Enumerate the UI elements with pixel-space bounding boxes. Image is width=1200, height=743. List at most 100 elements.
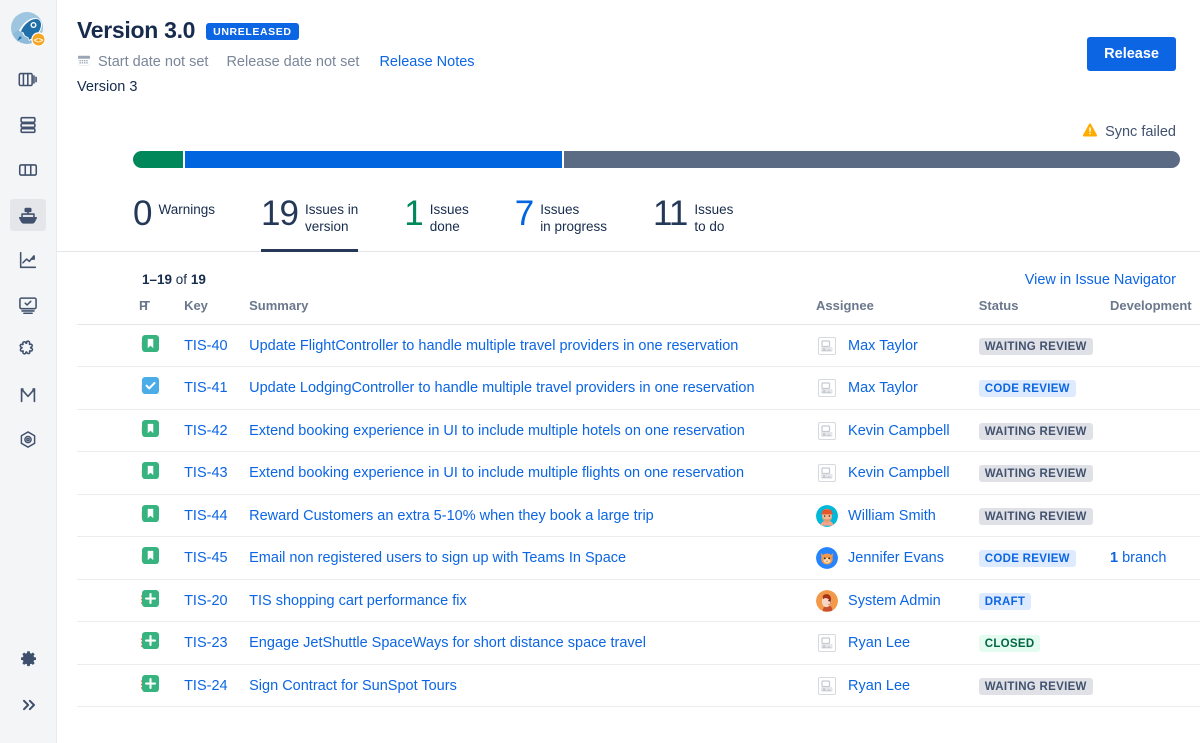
table-row[interactable]: TIS-42 Extend booking experience in UI to…	[77, 409, 1200, 453]
assignee-link[interactable]: Kevin Campbell	[848, 423, 950, 439]
sync-status-label: Sync failed	[1105, 124, 1176, 140]
warning-triangle-icon	[1082, 122, 1098, 142]
avatar-placeholder[interactable]	[816, 632, 839, 654]
issue-summary-link[interactable]: Reward Customers an extra 5-10% when the…	[249, 508, 654, 524]
cell-key: TIS-20	[184, 579, 250, 623]
issue-key-link[interactable]: TIS-40	[184, 338, 228, 354]
issue-key-link[interactable]: TIS-23	[184, 635, 228, 651]
release-button[interactable]: Release	[1087, 37, 1176, 71]
issue-key-link[interactable]: TIS-41	[184, 380, 228, 396]
table-row[interactable]: TIS-40 Update FlightController to handle …	[77, 324, 1200, 368]
issue-summary-link[interactable]: Email non registered users to sign up wi…	[249, 550, 626, 566]
cell-summary: Extend booking experience in UI to inclu…	[249, 451, 817, 495]
cell-type	[142, 536, 185, 580]
issue-key-link[interactable]: TIS-44	[184, 508, 228, 524]
release-notes-link[interactable]: Release Notes	[379, 54, 474, 70]
issue-table-body: TIS-40 Update FlightController to handle …	[77, 324, 1200, 708]
avatar-placeholder[interactable]	[816, 377, 839, 399]
avatar[interactable]	[816, 547, 839, 569]
column-header-summary[interactable]: Summary	[249, 297, 817, 325]
stat-tab-issues-in-version[interactable]: 19 Issues in version	[261, 184, 359, 252]
status-badge[interactable]: CLOSED	[978, 635, 1041, 652]
table-row[interactable]: TIS-43 Extend booking experience in UI to…	[77, 451, 1200, 495]
issue-summary-link[interactable]: TIS shopping cart performance fix	[249, 593, 467, 609]
cell-type	[142, 494, 185, 538]
status-badge[interactable]: WAITING REVIEW	[978, 465, 1093, 482]
status-badge[interactable]: WAITING REVIEW	[978, 677, 1093, 695]
column-header-status[interactable]: Status	[978, 297, 1110, 325]
sidebar-item-components[interactable]	[10, 334, 46, 366]
issue-summary-link[interactable]: Extend booking experience in UI to inclu…	[249, 465, 744, 481]
stat-tab-warnings[interactable]: 0 Warnings	[133, 184, 215, 245]
column-header-key[interactable]: Key	[184, 297, 250, 325]
development-link[interactable]: 1 branch	[1110, 550, 1166, 566]
avatar-placeholder[interactable]	[816, 674, 839, 697]
avatar-placeholder[interactable]	[816, 462, 839, 484]
issue-summary-link[interactable]: Update FlightController to handle multip…	[249, 338, 738, 354]
sidebar-item-settings[interactable]	[11, 643, 47, 675]
assignee-link[interactable]: System Admin	[848, 593, 941, 609]
avatar-placeholder[interactable]	[816, 419, 839, 442]
issue-type-story-icon	[142, 504, 160, 527]
sidebar-item-releases[interactable]	[10, 199, 46, 231]
issue-key-link[interactable]: TIS-42	[184, 423, 228, 439]
sidebar-item-reports[interactable]	[10, 244, 46, 276]
issue-key-link[interactable]: TIS-45	[184, 550, 228, 566]
issue-key-link[interactable]: TIS-43	[184, 465, 228, 481]
avatar[interactable]	[816, 504, 839, 527]
sidebar-item-backlog[interactable]	[10, 64, 46, 96]
sidebar-item-sprints[interactable]	[10, 109, 46, 141]
table-row[interactable]: TIS-20 TIS shopping cart performance fix S…	[77, 579, 1200, 623]
avatar-placeholder[interactable]	[816, 334, 839, 357]
sidebar-item-board[interactable]	[10, 154, 46, 186]
assignee-link[interactable]: Jennifer Evans	[848, 550, 944, 566]
stat-tab-issues-to-do[interactable]: 11 Issues to do	[653, 184, 733, 251]
table-row[interactable]: TIS-45 Email non registered users to sign…	[77, 536, 1200, 580]
stat-tab-issues-in-progress[interactable]: 7 Issues in progress	[515, 184, 607, 251]
release-date[interactable]: Release date not set	[226, 54, 359, 70]
sidebar-item-marketplace[interactable]	[10, 379, 46, 411]
assignee-link[interactable]: Kevin Campbell	[848, 465, 950, 481]
sidebar-item-project-pages[interactable]	[10, 424, 46, 456]
status-badge[interactable]: WAITING REVIEW	[978, 507, 1093, 525]
issue-summary-link[interactable]: Sign Contract for SunSpot Tours	[249, 678, 457, 694]
issue-summary-link[interactable]: Extend booking experience in UI to inclu…	[249, 423, 745, 439]
assignee-link[interactable]: Max Taylor	[848, 338, 918, 354]
issue-summary-link[interactable]: Engage JetShuttle SpaceWays for short di…	[249, 635, 646, 651]
status-badge[interactable]: WAITING REVIEW	[978, 337, 1093, 355]
status-badge[interactable]: CODE REVIEW	[978, 380, 1076, 397]
page-title: Version 3.0	[77, 17, 196, 43]
status-badge[interactable]: CODE REVIEW	[978, 550, 1076, 567]
cell-type	[142, 664, 185, 708]
stat-tab-issues-done[interactable]: 1 Issues done	[404, 184, 469, 251]
column-header-development[interactable]: Development	[1109, 297, 1200, 325]
column-header-assignee[interactable]: Assignee	[816, 297, 979, 325]
table-row[interactable]: TIS-24 Sign Contract for SunSpot Tours Rya…	[77, 664, 1200, 708]
rocket-logo[interactable]: <>	[10, 11, 46, 47]
issue-summary-link[interactable]: Update LodgingController to handle multi…	[249, 380, 754, 396]
assignee-link[interactable]: Ryan Lee	[848, 678, 910, 694]
avatar[interactable]	[816, 589, 839, 612]
issue-type-story-icon	[142, 547, 160, 569]
cell-development	[1109, 579, 1200, 623]
start-date[interactable]: Start date not set	[77, 53, 208, 71]
table-row[interactable]: TIS-44 Reward Customers an extra 5-10% wh…	[77, 494, 1200, 538]
cell-development	[1109, 409, 1200, 453]
sidebar-item-issues[interactable]	[10, 289, 46, 321]
assignee-link[interactable]: Ryan Lee	[848, 635, 910, 651]
stat-value: 7	[514, 194, 534, 233]
assignee-link[interactable]: William Smith	[848, 508, 936, 524]
table-row[interactable]: TIS-41 Update LodgingController to handle…	[77, 366, 1200, 410]
assignee-link[interactable]: Max Taylor	[848, 380, 918, 396]
column-header-priority[interactable]: P	[77, 297, 148, 325]
cell-status: WAITING REVIEW	[978, 664, 1110, 708]
cell-key: TIS-23	[184, 621, 250, 665]
column-header-type[interactable]: T	[142, 297, 185, 325]
status-badge[interactable]: DRAFT	[978, 592, 1032, 610]
sidebar-expand-button[interactable]	[11, 689, 47, 721]
table-row[interactable]: TIS-23 Engage JetShuttle SpaceWays for sh…	[77, 621, 1200, 665]
status-badge[interactable]: WAITING REVIEW	[978, 422, 1093, 440]
view-in-issue-navigator-link[interactable]: View in Issue Navigator	[1025, 272, 1176, 288]
issue-key-link[interactable]: TIS-20	[184, 593, 228, 609]
issue-key-link[interactable]: TIS-24	[184, 678, 228, 694]
